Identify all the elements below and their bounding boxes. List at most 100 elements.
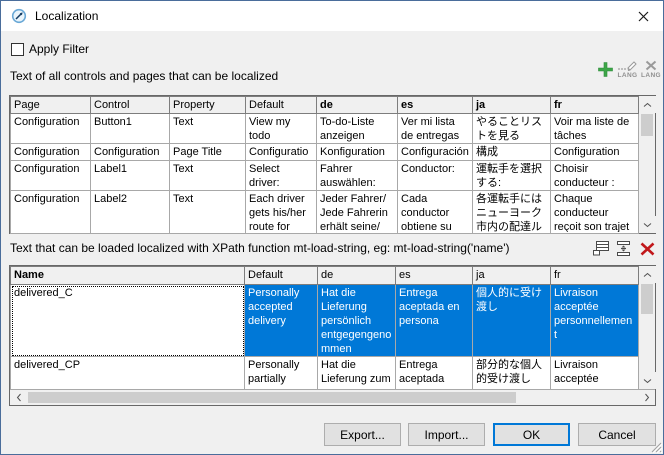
table1-vertical-scrollbar[interactable] bbox=[638, 96, 656, 233]
cell-fr[interactable]: Voir ma liste de tâches bbox=[550, 113, 639, 144]
append-row-button[interactable] bbox=[592, 240, 610, 257]
pencil-icon bbox=[618, 61, 637, 71]
strings-localization-table: Name Default de es ja fr delivered_C Personally… bbox=[9, 265, 656, 406]
scroll-down-button[interactable] bbox=[639, 216, 656, 233]
cell-de[interactable]: Fahrer auswählen: bbox=[316, 160, 398, 191]
section1-label: Text of all controls and pages that can … bbox=[10, 69, 279, 83]
column-header-fr: fr bbox=[550, 96, 639, 114]
column-header-fr: fr bbox=[550, 266, 639, 285]
scrollbar-thumb[interactable] bbox=[641, 114, 653, 136]
cell-control[interactable]: Button1 bbox=[90, 113, 170, 144]
export-button[interactable]: Export... bbox=[324, 423, 401, 446]
cell-default[interactable]: Select driver: bbox=[245, 160, 317, 191]
cell-name[interactable]: delivered_CP bbox=[10, 356, 245, 390]
delete-language-button[interactable]: LANG bbox=[641, 60, 661, 79]
cell-de[interactable]: Hat die Lieferung zum Teil bbox=[317, 356, 396, 390]
table-row: Configuration Configuration Page Title Conf… bbox=[10, 143, 639, 161]
cell-property[interactable]: Text bbox=[169, 190, 246, 234]
table2-vertical-scrollbar[interactable] bbox=[638, 266, 656, 389]
cell-ja[interactable]: 構成 bbox=[472, 143, 551, 161]
scroll-down-button[interactable] bbox=[639, 372, 656, 389]
localization-dialog: Localization Apply Filter Text of all co… bbox=[0, 0, 664, 455]
column-header-es: es bbox=[397, 96, 473, 114]
cell-property[interactable]: Text bbox=[169, 160, 246, 191]
column-header-ja: ja bbox=[472, 266, 551, 285]
x-icon bbox=[645, 60, 657, 71]
cell-default[interactable]: View my todo bbox=[245, 113, 317, 144]
scrollbar-thumb[interactable] bbox=[28, 392, 516, 403]
controls-localization-table: Page Control Property Default de es ja fr Config… bbox=[9, 95, 656, 234]
table-row: Configuration Label2 Text Each driver gets … bbox=[10, 190, 639, 234]
apply-filter-label: Apply Filter bbox=[29, 42, 90, 56]
cell-ja[interactable]: 運転手を選択する: bbox=[472, 160, 551, 191]
ok-button[interactable]: OK bbox=[493, 423, 570, 446]
cell-de[interactable]: To-do-Liste anzeigen bbox=[316, 113, 398, 144]
cell-fr[interactable]: Livraison acceptée personnellement bbox=[550, 284, 639, 357]
insert-row-button[interactable] bbox=[615, 240, 632, 257]
insert-row-icon bbox=[617, 241, 630, 256]
table-row: delivered_CPPersonally partially accepte… bbox=[10, 356, 639, 390]
cell-control[interactable]: Label1 bbox=[90, 160, 170, 191]
cell-default[interactable]: Personally partially accepted bbox=[244, 356, 318, 390]
apply-filter-row: Apply Filter bbox=[11, 42, 89, 56]
window-title: Localization bbox=[35, 9, 99, 23]
cancel-button[interactable]: Cancel bbox=[578, 423, 656, 446]
cell-fr[interactable]: Chaque conducteur reçoit son trajet bbox=[550, 190, 639, 234]
plus-icon bbox=[598, 62, 613, 77]
cell-default[interactable]: Each driver gets his/her route for bbox=[245, 190, 317, 234]
column-header-default: Default bbox=[244, 266, 318, 285]
cell-page[interactable]: Configuration bbox=[10, 160, 91, 191]
cell-property[interactable]: Text bbox=[169, 113, 246, 144]
cell-es[interactable]: Entrega aceptada en persona bbox=[395, 284, 473, 357]
cell-es[interactable]: Conductor: bbox=[397, 160, 473, 191]
column-header-name: Name bbox=[10, 266, 245, 285]
cell-control[interactable]: Configuration bbox=[90, 143, 170, 161]
column-header-default: Default bbox=[245, 96, 317, 114]
cell-page[interactable]: Configuration bbox=[10, 113, 91, 144]
cell-es[interactable]: Cada conductor obtiene su bbox=[397, 190, 473, 234]
cell-de[interactable]: Jeder Fahrer/ Jede Fahrerin erhält seine… bbox=[316, 190, 398, 234]
column-header-de: de bbox=[317, 266, 396, 285]
cell-default[interactable]: Personally accepted delivery bbox=[244, 284, 318, 357]
delete-row-button[interactable] bbox=[640, 242, 655, 256]
cell-ja[interactable]: 個人的に受け渡し bbox=[472, 284, 551, 357]
cell-de[interactable]: Hat die Lieferung persönlich entgegengen… bbox=[317, 284, 396, 357]
scroll-up-button[interactable] bbox=[639, 266, 656, 283]
close-button[interactable] bbox=[623, 1, 663, 31]
cell-control[interactable]: Label2 bbox=[90, 190, 170, 234]
add-language-button[interactable] bbox=[597, 61, 614, 78]
cell-es[interactable]: Ver mi lista de entregas bbox=[397, 113, 473, 144]
cell-default[interactable]: Configuration bbox=[245, 143, 317, 161]
delete-language-caption: LANG bbox=[641, 72, 662, 79]
cell-es[interactable]: Entrega aceptada parcialmente bbox=[395, 356, 473, 390]
cell-ja[interactable]: 各運転手にはニューヨーク市内の配達ルートが bbox=[472, 190, 551, 234]
column-header-control: Control bbox=[90, 96, 170, 114]
scrollbar-thumb[interactable] bbox=[641, 284, 653, 314]
cell-ja[interactable]: やることリストを見る bbox=[472, 113, 551, 144]
import-button[interactable]: Import... bbox=[408, 423, 485, 446]
edit-language-button[interactable]: LANG bbox=[617, 59, 638, 79]
close-icon bbox=[638, 11, 648, 21]
column-header-es: es bbox=[395, 266, 473, 285]
resize-grip[interactable] bbox=[649, 440, 662, 453]
cell-es[interactable]: Configuración bbox=[397, 143, 473, 161]
cell-page[interactable]: Configuration bbox=[10, 143, 91, 161]
cell-property[interactable]: Page Title bbox=[169, 143, 246, 161]
scroll-left-button[interactable] bbox=[10, 390, 27, 405]
apply-filter-checkbox[interactable] bbox=[11, 42, 24, 56]
cell-page[interactable]: Configuration bbox=[10, 190, 91, 234]
cell-fr[interactable]: Choisir conducteur : bbox=[550, 160, 639, 191]
cell-de[interactable]: Konfiguration bbox=[316, 143, 398, 161]
scroll-right-button[interactable] bbox=[638, 390, 655, 405]
append-row-icon bbox=[593, 241, 609, 256]
scroll-up-button[interactable] bbox=[639, 96, 656, 113]
delete-x-icon bbox=[640, 242, 655, 256]
table-row: Configuration Label1 Text Select driver: Fah… bbox=[10, 160, 639, 191]
cell-name[interactable]: delivered_C bbox=[10, 284, 245, 357]
cell-fr[interactable]: Configuration bbox=[550, 143, 639, 161]
title-bar: Localization bbox=[1, 1, 663, 31]
table2-horizontal-scrollbar[interactable] bbox=[10, 389, 655, 405]
cell-fr[interactable]: Livraison acceptée partiellement bbox=[550, 356, 639, 390]
column-header-property: Property bbox=[169, 96, 246, 114]
cell-ja[interactable]: 部分的な個人的受け渡し bbox=[472, 356, 551, 390]
